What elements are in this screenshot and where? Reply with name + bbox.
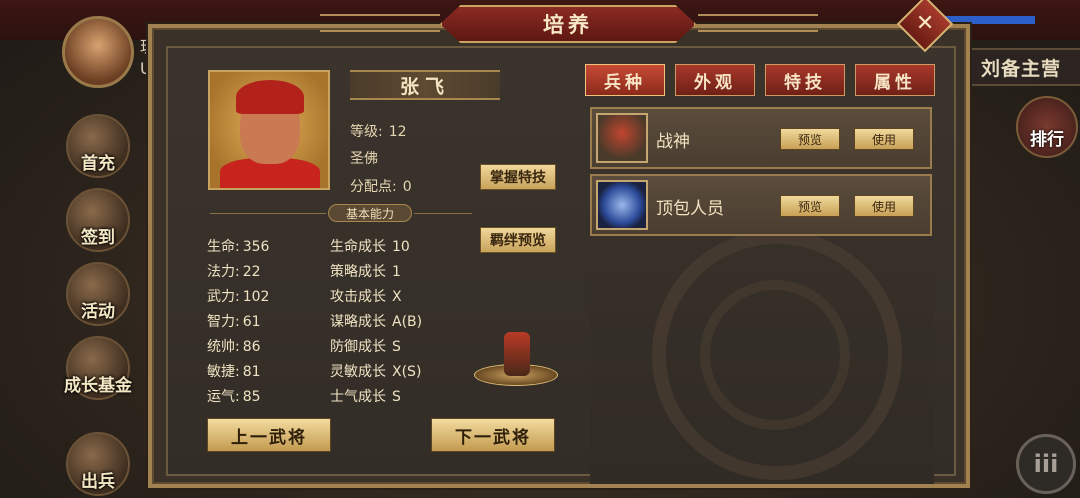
points-value: 0: [402, 179, 412, 195]
stat-label: 运气:: [207, 389, 240, 405]
panel-title-text: 培养: [543, 13, 593, 37]
panel-title: 培养: [440, 5, 696, 43]
section-divider-right: [414, 213, 472, 214]
points-line: 分配点: 0: [350, 176, 412, 196]
growth-value: S: [392, 389, 401, 405]
tab-attributes[interactable]: 属性: [855, 64, 935, 96]
growth-label: 灵敏成长: [330, 364, 386, 380]
growth-fund-button[interactable]: 成长基金: [64, 336, 132, 400]
preview-button[interactable]: 预览: [780, 195, 840, 217]
sign-in-button[interactable]: 签到: [66, 188, 130, 252]
stat-intellect: 智力: 61: [207, 311, 261, 331]
tab-troop-type[interactable]: 兵种: [585, 64, 665, 96]
stat-label: 武力:: [207, 289, 240, 305]
growth-tactics: 谋略成长 A(B): [330, 311, 422, 331]
growth-label: 士气成长: [330, 389, 386, 405]
first-charge-button[interactable]: 首充: [66, 114, 130, 178]
dispatch-label: 出兵: [81, 472, 115, 492]
blue-orb-icon: [596, 180, 648, 230]
stat-label: 统帅:: [207, 339, 240, 355]
tab-appearance[interactable]: 外观: [675, 64, 755, 96]
bond-preview-button[interactable]: 羁绊预览: [480, 227, 556, 253]
item-name: 顶包人员: [656, 199, 724, 219]
stat-value: 81: [242, 364, 261, 380]
growth-morale: 士气成长 S: [330, 386, 401, 406]
warrior-icon: [596, 113, 648, 163]
growth-value: 1: [392, 264, 401, 280]
growth-defense: 防御成长 S: [330, 336, 401, 356]
stat-label: 敏捷:: [207, 364, 240, 380]
growth-label: 防御成长: [330, 339, 386, 355]
activity-button[interactable]: 活动: [66, 262, 130, 326]
stat-hp: 生命: 356: [207, 236, 269, 256]
title-decoration-right: [698, 14, 818, 32]
dispatch-button[interactable]: 出兵: [66, 432, 130, 496]
prev-general-button[interactable]: 上一武将: [207, 418, 331, 452]
sprite-body: [504, 332, 530, 376]
next-general-button[interactable]: 下一武将: [431, 418, 555, 452]
menu-button[interactable]: iii: [1016, 434, 1076, 494]
stat-mp: 法力: 22: [207, 261, 261, 281]
growth-label: 策略成长: [330, 264, 386, 280]
growth-attack: 攻击成长 X: [330, 286, 402, 306]
title-decoration-left: [320, 14, 440, 32]
stat-agility: 敏捷: 81: [207, 361, 261, 381]
stat-value: 356: [242, 239, 270, 255]
first-charge-label: 首充: [81, 154, 115, 174]
portrait-helmet: [236, 80, 304, 114]
ranking-label: 排行: [1030, 130, 1064, 150]
growth-value: X(S): [392, 364, 422, 380]
level-value: 12: [388, 124, 407, 140]
growth-value: 10: [392, 239, 410, 255]
growth-label: 谋略成长: [330, 314, 386, 330]
list-item[interactable]: 顶包人员 预览 使用: [590, 174, 932, 236]
growth-strategy: 策略成长 1: [330, 261, 401, 281]
sign-in-label: 签到: [81, 228, 115, 248]
general-portrait: [208, 70, 330, 190]
general-name-plate: 张飞: [350, 70, 500, 100]
stat-value: 22: [242, 264, 261, 280]
use-button[interactable]: 使用: [854, 128, 914, 150]
stat-luck: 运气: 85: [207, 386, 261, 406]
general-name: 张飞: [399, 75, 450, 98]
growth-fund-label: 成长基金: [64, 376, 132, 396]
stat-force: 武力: 102: [207, 286, 269, 306]
rank-text: 圣佛: [350, 151, 378, 167]
list-item[interactable]: 战神 预览 使用: [590, 107, 932, 169]
growth-value: A(B): [392, 314, 423, 330]
growth-value: X: [392, 289, 402, 305]
activity-label: 活动: [81, 302, 115, 322]
stat-value: 61: [242, 314, 261, 330]
preview-button[interactable]: 预览: [780, 128, 840, 150]
growth-value: S: [392, 339, 401, 355]
points-label: 分配点:: [350, 179, 397, 195]
growth-agility: 灵敏成长 X(S): [330, 361, 421, 381]
general-sprite: [474, 326, 558, 388]
stat-label: 生命:: [207, 239, 240, 255]
camp-banner: 刘备主营: [962, 48, 1080, 86]
item-name: 战神: [656, 132, 690, 152]
tab-skills[interactable]: 特技: [765, 64, 845, 96]
basic-ability-label: 基本能力: [328, 204, 412, 222]
use-button[interactable]: 使用: [854, 195, 914, 217]
stat-value: 86: [242, 339, 261, 355]
ranking-button[interactable]: 排行: [1016, 96, 1078, 158]
stat-label: 智力:: [207, 314, 240, 330]
stat-label: 法力:: [207, 264, 240, 280]
resource-bar: [945, 16, 1035, 24]
player-avatar[interactable]: [62, 16, 134, 88]
stat-command: 统帅: 86: [207, 336, 261, 356]
stat-value: 102: [242, 289, 270, 305]
dragon-emblem-inner: [700, 280, 850, 430]
level-line: 等级: 12: [350, 121, 407, 141]
close-icon: ✕: [915, 11, 935, 36]
master-skill-button[interactable]: 掌握特技: [480, 164, 556, 190]
level-label: 等级:: [350, 124, 383, 140]
section-divider-left: [210, 213, 326, 214]
growth-hp: 生命成长 10: [330, 236, 410, 256]
stat-value: 85: [242, 389, 261, 405]
growth-label: 攻击成长: [330, 289, 386, 305]
rank-line: 圣佛: [350, 148, 378, 168]
growth-label: 生命成长: [330, 239, 386, 255]
